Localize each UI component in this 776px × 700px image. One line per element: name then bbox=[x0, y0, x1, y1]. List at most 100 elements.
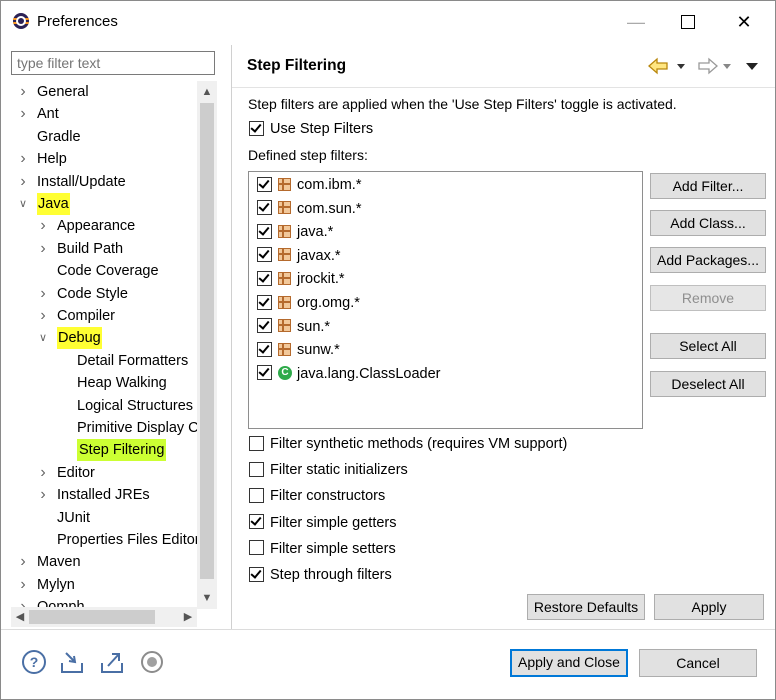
filter-item[interactable]: javax.* bbox=[257, 245, 341, 267]
checkbox-icon[interactable] bbox=[249, 120, 264, 136]
deselect-all-button[interactable]: Deselect All bbox=[650, 371, 766, 397]
tree-item-label: Heap Walking bbox=[77, 375, 167, 392]
scroll-up-icon[interactable]: ▲ bbox=[197, 83, 217, 101]
chevron-right-icon[interactable]: › bbox=[17, 103, 29, 125]
chevron-right-icon[interactable]: › bbox=[37, 215, 49, 237]
apply-button[interactable]: Apply bbox=[654, 594, 764, 620]
package-icon bbox=[278, 319, 291, 333]
tree-item-label: Code Coverage bbox=[57, 263, 159, 280]
chevron-down-icon[interactable]: ∨ bbox=[37, 327, 49, 349]
forward-arrow-icon[interactable] bbox=[695, 56, 719, 76]
panel-divider[interactable] bbox=[231, 45, 232, 629]
apply-and-close-button[interactable]: Apply and Close bbox=[510, 649, 628, 677]
tree-item-label: Ant bbox=[37, 106, 59, 123]
chevron-right-icon[interactable]: › bbox=[37, 283, 49, 305]
checkbox-icon[interactable] bbox=[249, 566, 264, 582]
scroll-down-icon[interactable]: ▼ bbox=[197, 589, 217, 607]
filter-item[interactable]: jrockit.* bbox=[257, 268, 345, 290]
help-icon[interactable]: ? bbox=[21, 649, 47, 675]
filter-label: jrockit.* bbox=[297, 271, 345, 288]
filter-checkbox[interactable] bbox=[257, 341, 272, 357]
use-step-filters-checkbox[interactable]: Use Step Filters bbox=[249, 120, 373, 140]
filter-label: java.* bbox=[297, 224, 334, 241]
option-checkbox[interactable]: Filter simple setters bbox=[249, 540, 396, 560]
scroll-left-icon[interactable]: ◀ bbox=[11, 607, 29, 627]
option-checkbox[interactable]: Filter synthetic methods (requires VM su… bbox=[249, 435, 567, 455]
import-icon[interactable] bbox=[59, 649, 85, 675]
title-bar: Preferences — ✕ bbox=[1, 1, 775, 43]
tree-item-label: Maven bbox=[37, 554, 81, 571]
filter-item[interactable]: sunw.* bbox=[257, 339, 340, 361]
chevron-right-icon[interactable]: › bbox=[17, 81, 29, 103]
filter-item[interactable]: com.sun.* bbox=[257, 198, 361, 220]
close-button[interactable]: ✕ bbox=[729, 9, 759, 35]
scroll-right-icon[interactable]: ▶ bbox=[179, 607, 197, 627]
restore-defaults-button[interactable]: Restore Defaults bbox=[527, 594, 645, 620]
select-all-button[interactable]: Select All bbox=[650, 333, 766, 359]
option-checkbox[interactable]: Step through filters bbox=[249, 566, 392, 586]
maximize-button[interactable] bbox=[673, 9, 703, 35]
remove-button[interactable]: Remove bbox=[650, 285, 766, 311]
option-checkbox[interactable]: Filter simple getters bbox=[249, 514, 397, 534]
add-class-button[interactable]: Add Class... bbox=[650, 210, 766, 236]
checkbox-icon[interactable] bbox=[249, 488, 264, 504]
chevron-right-icon[interactable]: › bbox=[17, 551, 29, 573]
scroll-thumb[interactable] bbox=[200, 103, 214, 579]
tree-vertical-scrollbar[interactable]: ▲ ▼ bbox=[197, 81, 217, 609]
cancel-button[interactable]: Cancel bbox=[639, 649, 757, 677]
chevron-right-icon[interactable]: › bbox=[37, 305, 49, 327]
option-checkbox[interactable]: Filter static initializers bbox=[249, 461, 408, 481]
package-icon bbox=[278, 248, 291, 262]
filter-item[interactable]: com.ibm.* bbox=[257, 174, 361, 196]
filter-item[interactable]: org.omg.* bbox=[257, 292, 360, 314]
checkbox-icon[interactable] bbox=[249, 435, 264, 451]
export-icon[interactable] bbox=[99, 649, 125, 675]
tree-item-label: Code Style bbox=[57, 285, 128, 302]
filter-item[interactable]: sun.* bbox=[257, 316, 330, 338]
add-filter-button[interactable]: Add Filter... bbox=[650, 173, 766, 199]
filter-checkbox[interactable] bbox=[257, 318, 272, 334]
tree-item-label: Detail Formatters bbox=[77, 352, 189, 369]
tree-horizontal-scrollbar[interactable]: ◀ ▶ bbox=[11, 607, 197, 627]
checkbox-icon[interactable] bbox=[249, 540, 264, 556]
chevron-right-icon[interactable]: › bbox=[17, 148, 29, 170]
chevron-right-icon[interactable]: › bbox=[17, 171, 29, 193]
filter-checkbox[interactable] bbox=[257, 200, 272, 216]
minimize-button[interactable]: — bbox=[621, 9, 651, 35]
chevron-right-icon[interactable]: › bbox=[37, 462, 49, 484]
package-icon bbox=[278, 224, 291, 238]
filter-checkbox[interactable] bbox=[257, 176, 272, 192]
tree-item-label: Properties Files Editor bbox=[57, 532, 197, 548]
chevron-down-icon[interactable]: ∨ bbox=[17, 193, 29, 215]
add-packages-button[interactable]: Add Packages... bbox=[650, 247, 766, 273]
filter-item[interactable]: java.* bbox=[257, 221, 333, 243]
filter-label: sun.* bbox=[297, 318, 331, 335]
chevron-right-icon[interactable]: › bbox=[17, 574, 29, 596]
filter-input[interactable] bbox=[11, 51, 215, 75]
tree-item-label: JUnit bbox=[57, 509, 91, 526]
record-icon[interactable] bbox=[139, 649, 165, 675]
page-description: Step filters are applied when the 'Use S… bbox=[248, 96, 677, 112]
view-menu-icon[interactable] bbox=[745, 56, 759, 76]
back-arrow-icon[interactable] bbox=[647, 56, 671, 76]
filter-item[interactable]: Cjava.lang.ClassLoader bbox=[257, 363, 440, 385]
option-checkbox[interactable]: Filter constructors bbox=[249, 487, 385, 507]
filter-checkbox[interactable] bbox=[257, 271, 272, 287]
filter-checkbox[interactable] bbox=[257, 247, 272, 263]
tree-item-label: Help bbox=[37, 151, 67, 168]
checkbox-icon[interactable] bbox=[249, 461, 264, 477]
forward-dropdown-icon[interactable] bbox=[721, 56, 733, 76]
chevron-right-icon[interactable]: › bbox=[17, 596, 29, 607]
chevron-right-icon[interactable]: › bbox=[37, 238, 49, 260]
checkbox-icon[interactable] bbox=[249, 514, 264, 530]
chevron-right-icon[interactable]: › bbox=[37, 484, 49, 506]
filter-checkbox[interactable] bbox=[257, 365, 272, 381]
tree-item-label: Step Filtering bbox=[77, 439, 167, 462]
option-label: Filter constructors bbox=[270, 488, 386, 505]
window-title: Preferences bbox=[37, 13, 118, 30]
filter-checkbox[interactable] bbox=[257, 223, 272, 239]
hscroll-thumb[interactable] bbox=[29, 610, 155, 624]
filter-checkbox[interactable] bbox=[257, 294, 272, 310]
tree-item-label: General bbox=[37, 84, 89, 100]
back-dropdown-icon[interactable] bbox=[675, 56, 687, 76]
